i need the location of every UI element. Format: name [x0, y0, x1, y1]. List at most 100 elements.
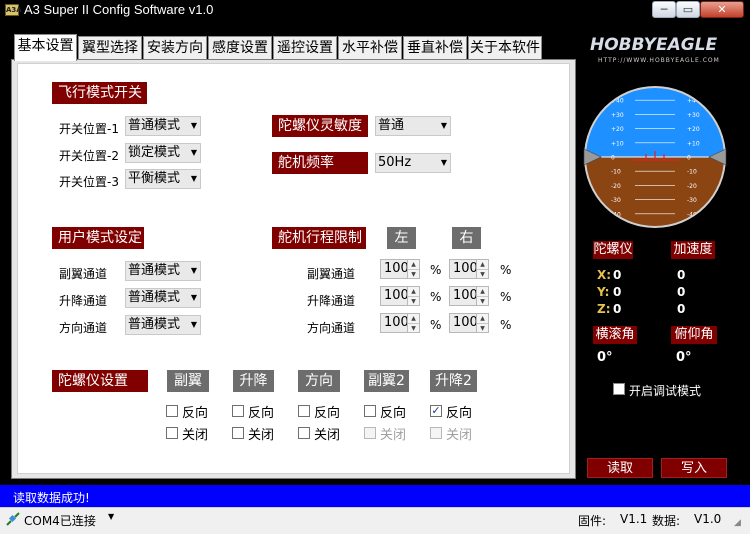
rudder-channel-label: 方向通道: [59, 321, 108, 335]
brand-url: HTTP://WWW.HOBBYEAGLE.COM: [598, 57, 720, 64]
tab-basic-settings[interactable]: 基本设置: [14, 34, 77, 61]
flight-mode-header: 飞行模式开关: [52, 82, 147, 104]
aileron2-reverse-checkbox[interactable]: [364, 405, 376, 417]
tab-sensitivity[interactable]: 感度设置: [208, 36, 272, 60]
dropdown-arrow-icon: ▼: [190, 293, 197, 302]
elevator-reverse-checkbox[interactable]: [232, 405, 244, 417]
reverse-label: 反向: [182, 406, 209, 421]
elevator2-reverse-checkbox[interactable]: ✓: [430, 405, 442, 417]
tab-mount-direction[interactable]: 安装方向: [143, 36, 207, 60]
rudder-reverse-checkbox[interactable]: [298, 405, 310, 417]
close-label: 关闭: [380, 428, 407, 443]
travel-right-header: 右: [452, 227, 481, 249]
tab-horizontal-comp[interactable]: 水平补偿: [338, 36, 402, 60]
read-button[interactable]: 读取: [587, 458, 653, 478]
resize-grip-icon[interactable]: ◢: [734, 518, 746, 530]
minimize-button[interactable]: ─: [652, 1, 676, 18]
spin-down-icon[interactable]: ▼: [477, 323, 488, 332]
spin-up-icon[interactable]: ▲: [477, 314, 488, 323]
firmware-label: 固件:: [578, 514, 607, 528]
percent-unit: %: [500, 263, 512, 277]
close-button[interactable]: ✕: [700, 1, 744, 18]
pitch-label: +20: [611, 126, 624, 133]
maximize-icon: ▭: [682, 3, 694, 16]
aileron-mode-select[interactable]: 普通模式 ▼: [125, 261, 201, 281]
gyro-x-value: 0: [613, 268, 622, 282]
pitch-label: +10: [687, 140, 700, 147]
tab-vertical-comp[interactable]: 垂直补偿: [403, 36, 467, 60]
elevator-left-spinner[interactable]: 100 ▲ ▼: [380, 286, 420, 306]
data-version: V1.0: [694, 512, 722, 526]
elevator-mode-select[interactable]: 普通模式 ▼: [125, 288, 201, 308]
close-label: 关闭: [314, 428, 341, 443]
elevator-right-spinner[interactable]: 100 ▲ ▼: [449, 286, 489, 306]
tab-about[interactable]: 关于本软件: [468, 36, 542, 60]
rudder-left-spinner[interactable]: 100 ▲ ▼: [380, 313, 420, 333]
debug-mode-checkbox[interactable]: [613, 383, 625, 395]
spin-down-icon[interactable]: ▼: [408, 296, 419, 305]
switch-pos-3-label: 开关位置-3: [59, 175, 119, 189]
maximize-button[interactable]: ▭: [676, 1, 700, 18]
aileron-reverse-checkbox[interactable]: [166, 405, 178, 417]
axis-x-label: X:: [597, 268, 612, 282]
percent-unit: %: [430, 263, 442, 277]
tab-remote[interactable]: 遥控设置: [273, 36, 337, 60]
gyro-aileron2-button[interactable]: 副翼2: [364, 370, 409, 392]
spin-down-icon[interactable]: ▼: [408, 323, 419, 332]
status-bar: [0, 485, 750, 507]
spin-up-icon[interactable]: ▲: [477, 287, 488, 296]
spin-down-icon[interactable]: ▼: [408, 269, 419, 278]
spin-down-icon[interactable]: ▼: [477, 296, 488, 305]
reverse-label: 反向: [380, 406, 407, 421]
spin-up-icon[interactable]: ▲: [408, 314, 419, 323]
aileron-close-checkbox[interactable]: [166, 427, 178, 439]
user-mode-header: 用户模式设定: [52, 227, 144, 249]
pitch-label: -20: [611, 183, 621, 190]
gyro-aileron-button[interactable]: 副翼: [167, 370, 209, 392]
gyro-elevator2-button[interactable]: 升降2: [430, 370, 477, 392]
gyro-z-value: 0: [613, 302, 622, 316]
travel-rudder-label: 方向通道: [307, 321, 356, 335]
debug-mode-label: 开启调试模式: [629, 384, 702, 398]
switch-pos-1-select[interactable]: 普通模式 ▼: [125, 116, 201, 136]
pitch-title: 俯仰角: [671, 326, 717, 344]
pitch-label: +30: [611, 112, 624, 119]
spin-up-icon[interactable]: ▲: [477, 260, 488, 269]
close-label: 关闭: [182, 428, 209, 443]
rudder-right-spinner[interactable]: 100 ▲ ▼: [449, 313, 489, 333]
aileron2-close-checkbox: [364, 427, 376, 439]
switch-pos-3-select[interactable]: 平衡模式 ▼: [125, 169, 201, 189]
spin-down-icon[interactable]: ▼: [477, 269, 488, 278]
spin-up-icon[interactable]: ▲: [408, 287, 419, 296]
gyro-rudder-button[interactable]: 方向: [298, 370, 340, 392]
write-button[interactable]: 写入: [661, 458, 727, 478]
accel-z-value: 0: [677, 302, 686, 316]
gyro-elevator-button[interactable]: 升降: [233, 370, 274, 392]
pitch-label: -10: [611, 169, 621, 176]
aileron-left-spinner[interactable]: 100 ▲ ▼: [380, 259, 420, 279]
aileron-right-spinner[interactable]: 100 ▲ ▼: [449, 259, 489, 279]
rudder-close-checkbox[interactable]: [298, 427, 310, 439]
reverse-label: 反向: [446, 406, 473, 421]
servo-frequency-select[interactable]: 50Hz ▼: [375, 153, 451, 173]
connection-status: COM4已连接: [24, 514, 96, 528]
roll-value: 0°: [597, 350, 613, 365]
dropdown-arrow-icon: ▼: [190, 148, 197, 157]
status-message: 读取数据成功!: [13, 491, 90, 505]
switch-pos-2-label: 开关位置-2: [59, 149, 119, 163]
dropdown-arrow-icon: ▼: [190, 174, 197, 183]
brand-logo: HOBBYEAGLE: [590, 35, 718, 55]
spin-up-icon[interactable]: ▲: [408, 260, 419, 269]
pitch-label: +10: [611, 140, 624, 147]
elevator2-close-checkbox: [430, 427, 442, 439]
rudder-mode-select[interactable]: 普通模式 ▼: [125, 315, 201, 335]
gyro-sensitivity-select[interactable]: 普通 ▼: [375, 116, 451, 136]
tab-wing-type[interactable]: 翼型选择: [78, 36, 142, 60]
attitude-sky: [586, 88, 724, 157]
pitch-label: -20: [687, 183, 697, 190]
switch-pos-2-select[interactable]: 锁定模式 ▼: [125, 143, 201, 163]
connection-dropdown-icon[interactable]: ▼: [108, 512, 114, 521]
reverse-label: 反向: [248, 406, 275, 421]
elevator-close-checkbox[interactable]: [232, 427, 244, 439]
gyro-settings-header: 陀螺仪设置: [52, 370, 148, 392]
